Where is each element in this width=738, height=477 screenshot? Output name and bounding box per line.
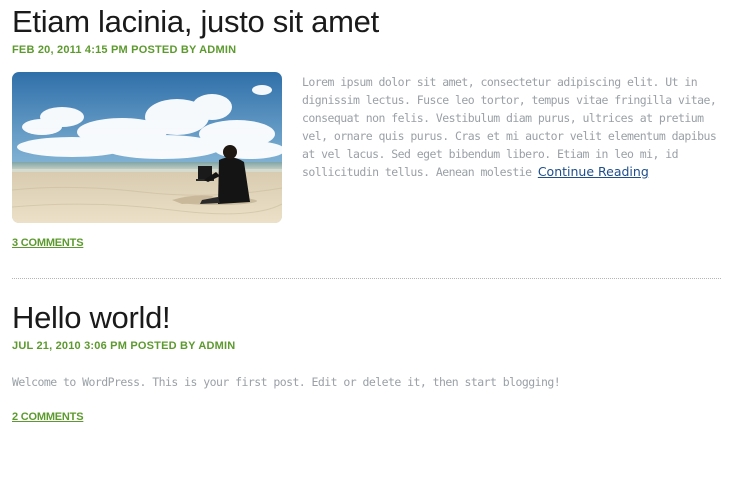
post-divider <box>12 278 721 279</box>
post-thumbnail[interactable] <box>12 72 282 223</box>
post-meta: JUL 21, 2010 3:06 PM POSTED BY ADMIN <box>12 340 236 352</box>
post-excerpt: Welcome to WordPress. This is your first… <box>12 375 561 389</box>
post-title[interactable]: Hello world! <box>12 298 721 338</box>
continue-reading-link[interactable]: Continue Reading <box>538 164 649 179</box>
post-body: Lorem ipsum dolor sit amet, consectetur … <box>12 72 721 223</box>
post-title[interactable]: Etiam lacinia, justo sit amet <box>12 2 721 42</box>
comments-link[interactable]: 3 COMMENTS <box>12 237 84 249</box>
post: Hello world! JUL 21, 2010 3:06 PM POSTED… <box>12 298 721 424</box>
post-meta: FEB 20, 2011 4:15 PM POSTED BY ADMIN <box>12 44 237 56</box>
post-excerpt: Lorem ipsum dolor sit amet, consectetur … <box>302 73 722 181</box>
excerpt-text: Lorem ipsum dolor sit amet, consectetur … <box>302 75 717 179</box>
comments-link[interactable]: 2 COMMENTS <box>12 411 84 423</box>
post: Etiam lacinia, justo sit amet FEB 20, 20… <box>12 2 721 250</box>
